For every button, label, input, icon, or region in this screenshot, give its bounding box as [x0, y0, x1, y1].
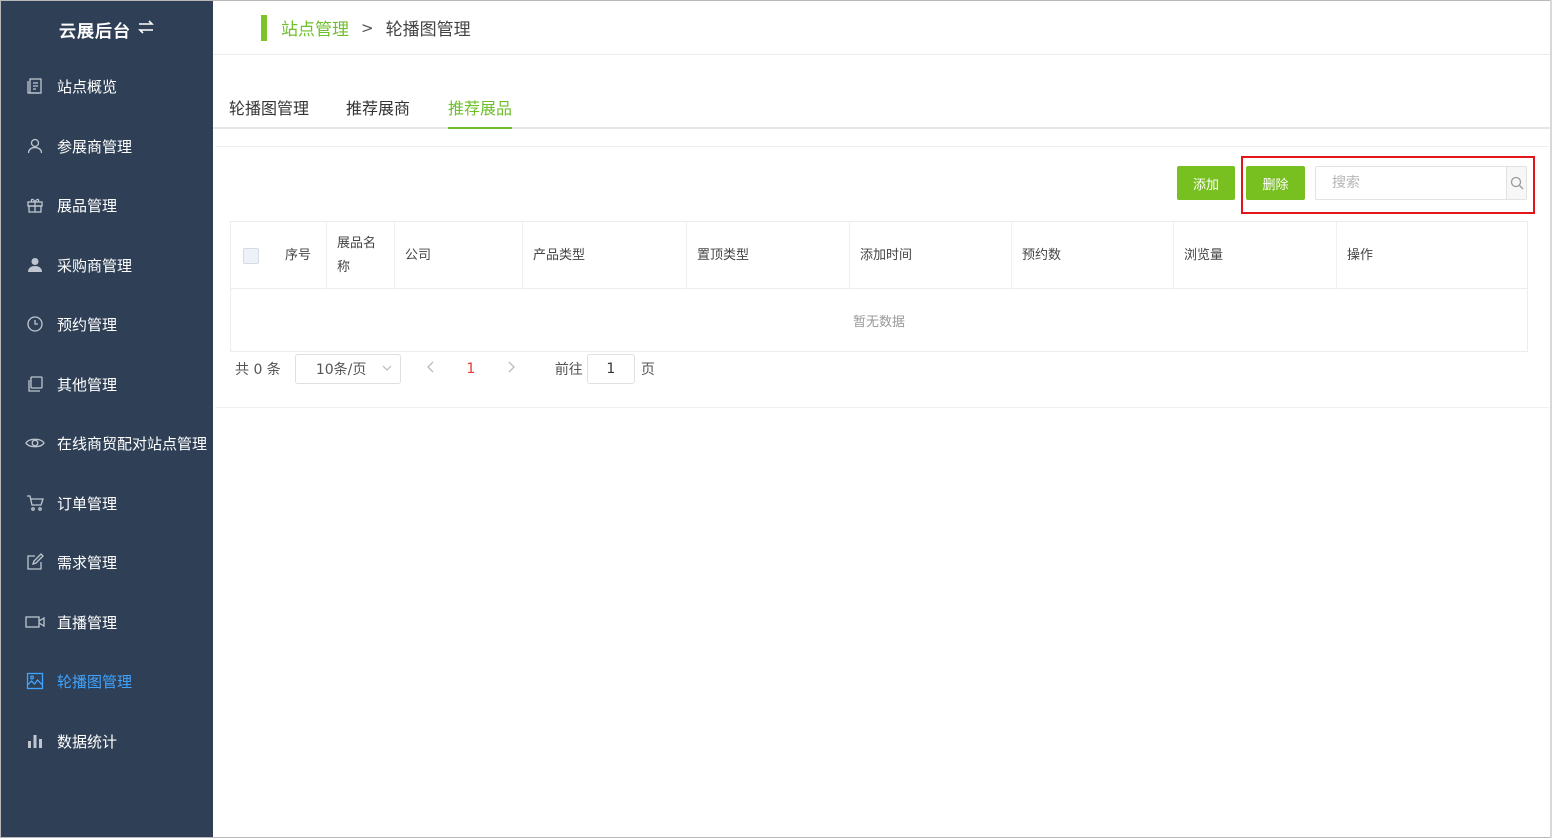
- sidebar-item-demands[interactable]: 需求管理: [1, 542, 213, 582]
- tab-recommended-products[interactable]: 推荐展品: [448, 95, 513, 129]
- page-size-select[interactable]: 10条/页: [294, 354, 401, 384]
- image-icon: [25, 671, 45, 691]
- sidebar-item-orders[interactable]: 订单管理: [1, 483, 213, 523]
- sidebar-item-matching[interactable]: 在线商贸配对站点管理: [1, 423, 213, 463]
- sidebar: 云展后台 站点概览 参展商管理 展品管理 采购商管理 预约管理 其他管理 在线商…: [1, 1, 213, 837]
- sidebar-item-label: 数据统计: [57, 732, 118, 751]
- sidebar-item-label: 采购商管理: [57, 256, 133, 275]
- swap-icon[interactable]: [137, 19, 155, 40]
- select-all-checkbox[interactable]: [243, 247, 259, 264]
- search-box: [1315, 166, 1527, 200]
- breadcrumb-accent-bar: [261, 14, 267, 41]
- column-header: 浏览量: [1174, 222, 1337, 289]
- copy-icon: [25, 374, 45, 394]
- page-size-value: 10条/页: [315, 362, 367, 378]
- search-icon[interactable]: [1506, 167, 1526, 199]
- eye-icon: [25, 433, 45, 453]
- empty-state: 暂无数据: [852, 314, 905, 330]
- column-header: 预约数: [1012, 222, 1174, 289]
- column-header: 操作: [1347, 247, 1374, 263]
- page-number[interactable]: 1: [457, 361, 485, 377]
- sidebar-item-products[interactable]: 展品管理: [1, 185, 213, 225]
- tab-recommended-exhibitors[interactable]: 推荐展商: [346, 95, 410, 129]
- column-header: 公司: [395, 222, 523, 289]
- sidebar-item-label: 需求管理: [57, 553, 118, 572]
- user-icon: [25, 136, 45, 156]
- column-header: 置顶类型: [687, 222, 850, 289]
- goto-page-input[interactable]: [586, 354, 635, 384]
- breadcrumb-separator: >: [361, 18, 374, 37]
- gift-icon: [25, 195, 45, 215]
- sidebar-item-exhibitors[interactable]: 参展商管理: [1, 126, 213, 166]
- sidebar-item-label: 其他管理: [57, 375, 118, 394]
- table-header: 序号 展品名称 公司 产品类型 置顶类型 添加时间 预约数 浏览量 操作: [231, 222, 1527, 289]
- pagination: 共 0 条 10条/页 1 前往 页: [235, 354, 655, 384]
- cart-icon: [25, 493, 45, 513]
- total-count: 共 0 条: [235, 362, 281, 378]
- edit-icon: [25, 552, 45, 572]
- column-header: 序号: [273, 222, 327, 289]
- sidebar-item-label: 在线商贸配对站点管理: [57, 434, 208, 453]
- column-header: 产品类型: [523, 222, 687, 289]
- sidebar-item-appointments[interactable]: 预约管理: [1, 304, 213, 344]
- sidebar-item-label: 轮播图管理: [57, 672, 133, 691]
- bar-chart-icon: [25, 731, 45, 751]
- breadcrumb-parent-link[interactable]: 站点管理: [281, 15, 349, 40]
- goto-label: 前往: [554, 362, 583, 378]
- sidebar-item-label: 订单管理: [57, 494, 118, 513]
- chevron-down-icon: [382, 362, 392, 376]
- page-suffix: 页: [640, 362, 655, 378]
- video-icon: [25, 612, 45, 632]
- sidebar-item-live[interactable]: 直播管理: [1, 602, 213, 642]
- tab-carousel[interactable]: 轮播图管理: [229, 95, 309, 129]
- overview-icon: [25, 76, 45, 96]
- sidebar-item-label: 直播管理: [57, 613, 118, 632]
- sidebar-item-overview[interactable]: 站点概览: [1, 66, 213, 106]
- sidebar-item-label: 展品管理: [57, 196, 118, 215]
- search-input[interactable]: [1316, 167, 1506, 199]
- delete-button[interactable]: 删除: [1246, 166, 1305, 200]
- select-all-cell: [231, 222, 273, 289]
- data-table: 序号 展品名称 公司 产品类型 置顶类型 添加时间 预约数 浏览量 操作 暂无数…: [230, 221, 1528, 352]
- main-content: 站点管理 > 轮播图管理 轮播图管理 推荐展商 推荐展品 添加 删除 序号 展品…: [213, 1, 1550, 837]
- breadcrumb: 站点管理 > 轮播图管理: [213, 1, 1550, 55]
- brand-title: 云展后台: [59, 21, 131, 42]
- sidebar-item-label: 预约管理: [57, 315, 118, 334]
- person-filled-icon: [25, 255, 45, 275]
- sidebar-item-label: 站点概览: [57, 77, 118, 96]
- sidebar-item-statistics[interactable]: 数据统计: [1, 721, 213, 761]
- prev-page-button[interactable]: [415, 361, 447, 377]
- add-button[interactable]: 添加: [1177, 166, 1235, 200]
- column-header: 展品名称: [327, 222, 395, 289]
- sidebar-item-buyers[interactable]: 采购商管理: [1, 245, 213, 285]
- clock-icon: [25, 314, 45, 334]
- sidebar-item-carousel[interactable]: 轮播图管理: [1, 661, 213, 701]
- tab-bar: 轮播图管理 推荐展商 推荐展品: [213, 95, 1550, 129]
- column-header: 添加时间: [850, 222, 1012, 289]
- breadcrumb-current: 轮播图管理: [385, 20, 471, 40]
- brand[interactable]: 云展后台: [1, 1, 213, 57]
- sidebar-item-others[interactable]: 其他管理: [1, 364, 213, 404]
- next-page-button[interactable]: [495, 361, 527, 377]
- sidebar-item-label: 参展商管理: [57, 137, 133, 156]
